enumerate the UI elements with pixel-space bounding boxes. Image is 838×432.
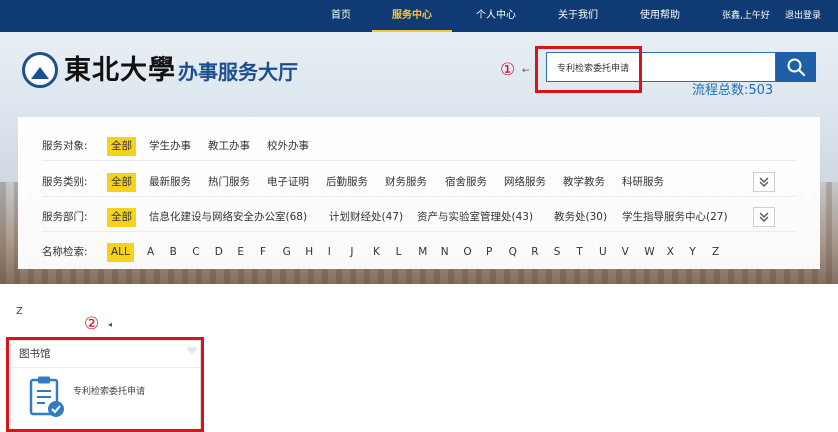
letter-filter[interactable]: G bbox=[283, 237, 291, 267]
filter-option[interactable]: 宿舍服务 bbox=[445, 167, 487, 197]
expand-category-button[interactable] bbox=[753, 172, 775, 192]
letter-filter[interactable]: H bbox=[305, 237, 313, 267]
nav-item-personal-center[interactable]: 个人中心 bbox=[466, 0, 526, 32]
filter-label: 名称检索: bbox=[42, 246, 88, 258]
filter-option[interactable]: 学生办事 bbox=[149, 131, 191, 161]
filter-option[interactable]: 资产与实验室管理处(43) bbox=[417, 202, 533, 232]
divider bbox=[42, 160, 796, 161]
letter-filter[interactable]: D bbox=[215, 237, 223, 267]
filter-option-all[interactable]: 全部 bbox=[107, 137, 136, 156]
letter-filter[interactable]: W bbox=[644, 237, 654, 267]
university-logo-text: 東北大學 bbox=[64, 55, 176, 86]
divider bbox=[42, 196, 796, 197]
letter-filter[interactable]: V bbox=[622, 237, 629, 267]
nav-item-about-us[interactable]: 关于我们 bbox=[548, 0, 608, 32]
letter-filter[interactable]: K bbox=[373, 237, 380, 267]
group-letter: Z bbox=[16, 306, 23, 317]
double-chevron-down-icon bbox=[759, 177, 769, 187]
letter-filter[interactable]: F bbox=[260, 237, 266, 267]
divider bbox=[42, 231, 796, 232]
letter-filter[interactable]: O bbox=[463, 237, 471, 267]
page-title: 办事服务大厅 bbox=[178, 60, 298, 84]
logout-link[interactable]: 退出登录 bbox=[785, 0, 821, 32]
nav-item-service-center[interactable]: 服务中心 bbox=[372, 0, 452, 32]
filter-label: 服务类别: bbox=[42, 176, 88, 188]
annotation-marker-2: ② bbox=[84, 314, 100, 334]
filter-option[interactable]: 校外办事 bbox=[267, 131, 309, 161]
filter-option[interactable]: 教务处(30) bbox=[554, 202, 607, 232]
letter-filter[interactable]: I bbox=[328, 237, 331, 267]
letter-filter[interactable]: X bbox=[667, 237, 674, 267]
annotation-marker-1: ① bbox=[500, 60, 516, 80]
letter-filter[interactable]: Q bbox=[509, 237, 517, 267]
letter-filter[interactable]: Y bbox=[689, 237, 695, 267]
filter-label: 服务部门: bbox=[42, 211, 88, 223]
double-chevron-down-icon bbox=[759, 212, 769, 222]
letter-filter[interactable]: U bbox=[599, 237, 607, 267]
letter-filter[interactable]: A bbox=[147, 237, 154, 267]
top-nav-bar: 首页 服务中心 个人中心 关于我们 使用帮助 张鑫,上午好 退出登录 bbox=[0, 0, 838, 32]
annotation-arrow-icon: ◂ bbox=[108, 320, 113, 329]
filter-option[interactable]: 科研服务 bbox=[622, 167, 664, 197]
letter-filter[interactable]: B bbox=[170, 237, 177, 267]
filter-row-target: 服务对象: 全部 学生办事 教工办事 校外办事 bbox=[18, 131, 820, 161]
nav-item-help[interactable]: 使用帮助 bbox=[630, 0, 690, 32]
filter-option[interactable]: 教工办事 bbox=[208, 131, 250, 161]
letter-filter[interactable]: S bbox=[554, 237, 561, 267]
filter-row-name: 名称检索: ALL ABCDEFGHIJKLMNOPQRSTUVWXYZ bbox=[18, 237, 820, 267]
filter-option[interactable]: 信息化建设与网络安全办公室(68) bbox=[149, 202, 307, 232]
filter-option[interactable]: 财务服务 bbox=[385, 167, 427, 197]
filter-option[interactable]: 热门服务 bbox=[208, 167, 250, 197]
annotation-highlight-card bbox=[6, 337, 204, 432]
user-greeting: 张鑫,上午好 bbox=[722, 11, 770, 21]
search-icon bbox=[787, 58, 806, 77]
letter-filter[interactable]: J bbox=[350, 237, 353, 267]
process-total-count: 流程总数:503 bbox=[692, 83, 774, 98]
filter-option[interactable]: 电子证明 bbox=[267, 167, 309, 197]
search-button[interactable] bbox=[776, 52, 816, 82]
letter-filter[interactable]: T bbox=[576, 237, 582, 267]
filter-option[interactable]: 最新服务 bbox=[149, 167, 191, 197]
expand-department-button[interactable] bbox=[753, 207, 775, 227]
letter-filter[interactable]: P bbox=[486, 237, 492, 267]
letter-filter[interactable]: C bbox=[192, 237, 199, 267]
filter-option[interactable]: 计划财经处(47) bbox=[329, 202, 403, 232]
annotation-highlight-search bbox=[535, 46, 642, 93]
filter-option-all[interactable]: 全部 bbox=[107, 208, 136, 227]
letter-filter[interactable]: Z bbox=[712, 237, 719, 267]
filter-option[interactable]: 后勤服务 bbox=[326, 167, 368, 197]
annotation-arrow-icon: ← bbox=[522, 66, 530, 76]
letter-filter[interactable]: N bbox=[441, 237, 449, 267]
filter-label: 服务对象: bbox=[42, 140, 88, 152]
filter-option[interactable]: 学生指导服务中心(27) bbox=[622, 202, 728, 232]
filter-option[interactable]: 教学教务 bbox=[563, 167, 605, 197]
letter-filter[interactable]: R bbox=[531, 237, 538, 267]
filter-row-category: 服务类别: 全部 最新服务 热门服务 电子证明 后勤服务 财务服务 宿舍服务 网… bbox=[18, 167, 820, 197]
filter-option[interactable]: 网络服务 bbox=[504, 167, 546, 197]
filter-panel: 服务对象: 全部 学生办事 教工办事 校外办事 服务类别: 全部 最新服务 热门… bbox=[18, 117, 820, 269]
letter-filter-all[interactable]: ALL bbox=[107, 243, 134, 262]
letter-filter[interactable]: L bbox=[396, 237, 402, 267]
nav-item-home[interactable]: 首页 bbox=[326, 0, 356, 32]
letter-filter[interactable]: M bbox=[418, 237, 427, 267]
letter-filter[interactable]: E bbox=[237, 237, 244, 267]
filter-option-all[interactable]: 全部 bbox=[107, 173, 136, 192]
university-seal-icon bbox=[22, 52, 58, 88]
filter-row-department: 服务部门: 全部 信息化建设与网络安全办公室(68) 计划财经处(47) 资产与… bbox=[18, 202, 820, 232]
